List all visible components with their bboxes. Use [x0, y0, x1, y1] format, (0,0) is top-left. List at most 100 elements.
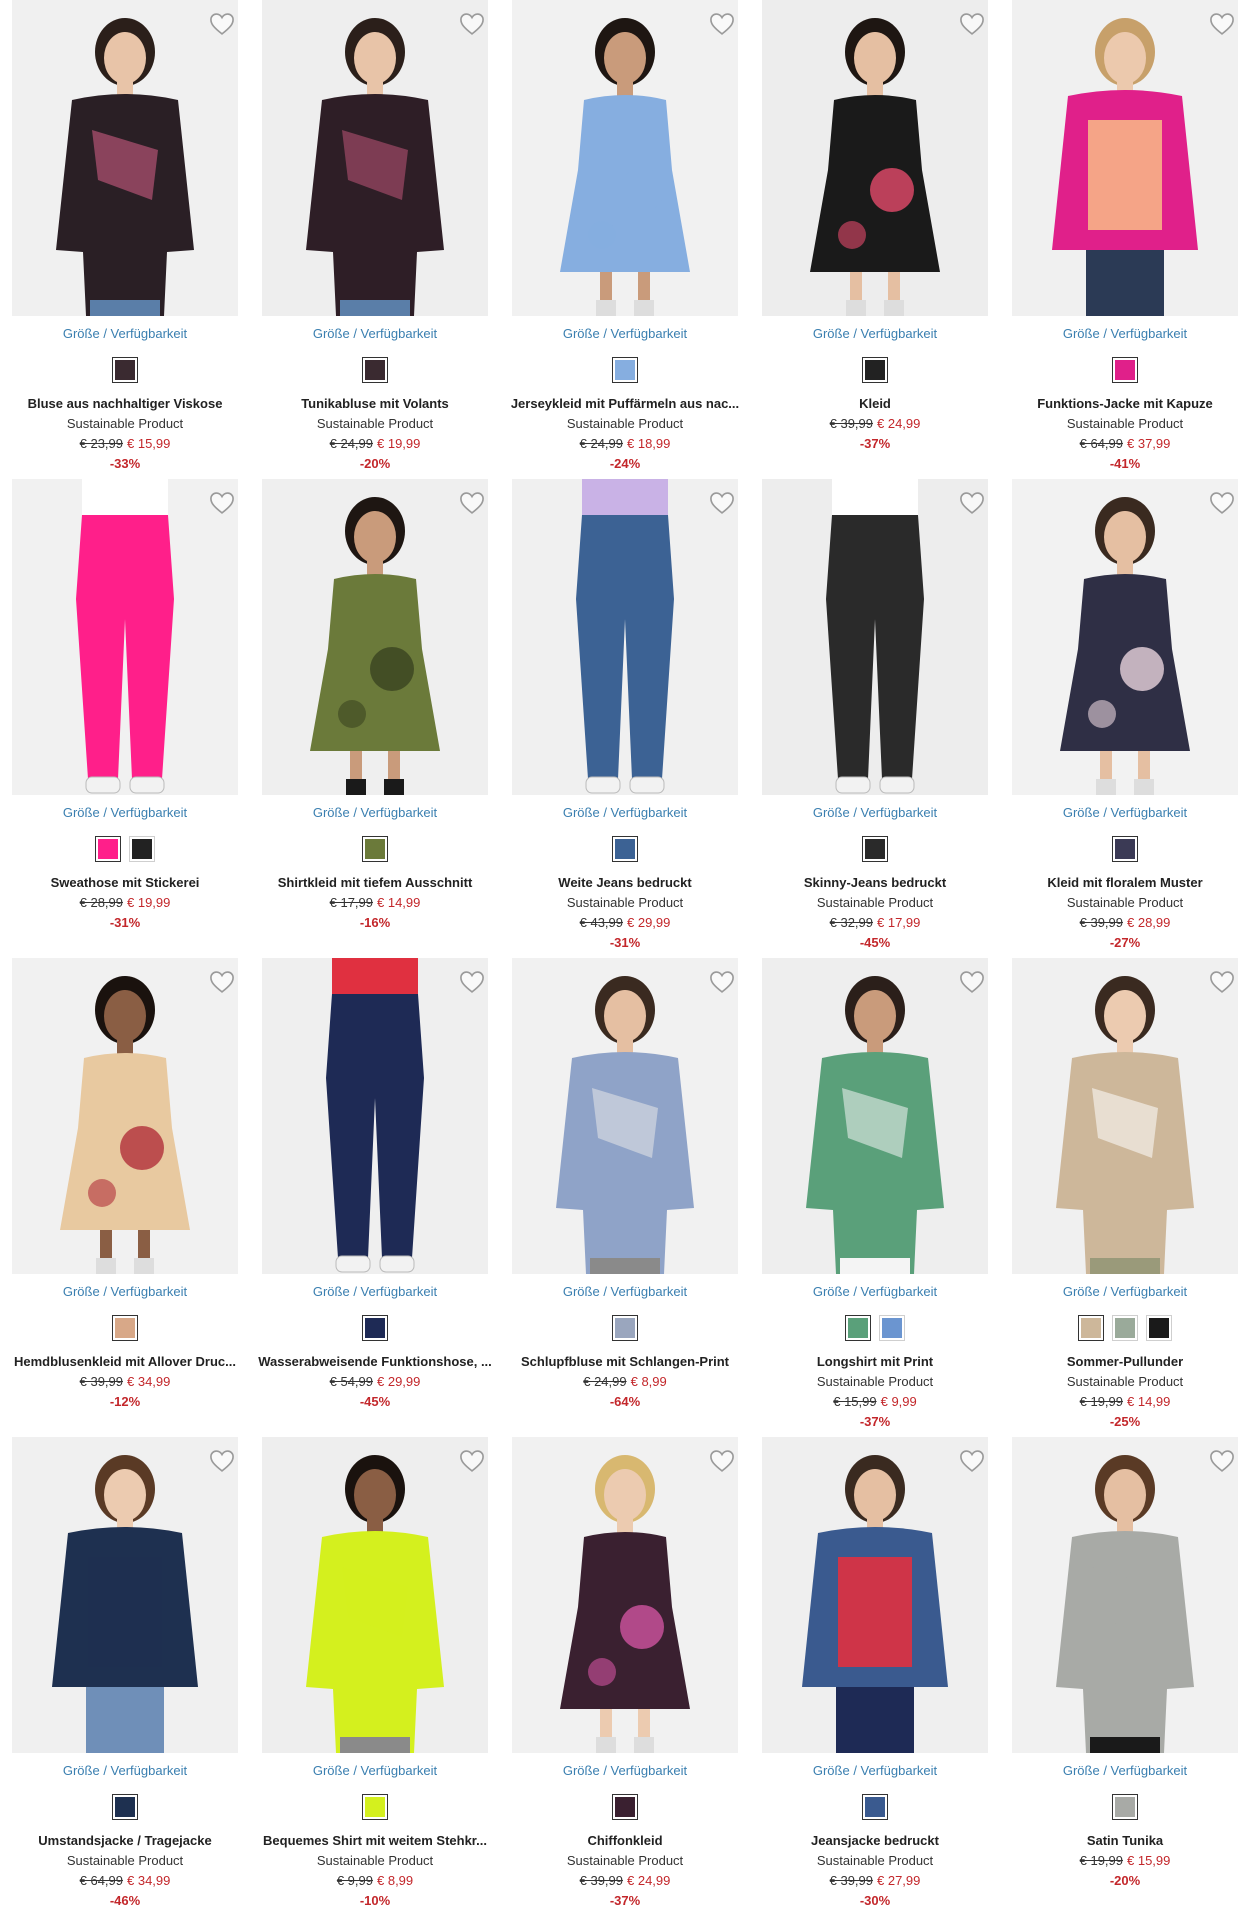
- product-card[interactable]: Größe / Verfügbarkeit Bequemes Shirt mit …: [250, 1437, 500, 1916]
- size-availability-link[interactable]: Größe / Verfügbarkeit: [1000, 805, 1250, 820]
- product-image[interactable]: [762, 479, 988, 795]
- product-title[interactable]: Weite Jeans bedruckt: [506, 875, 744, 890]
- size-availability-link[interactable]: Größe / Verfügbarkeit: [750, 1763, 1000, 1778]
- product-title[interactable]: Shirtkleid mit tiefem Ausschnitt: [256, 875, 494, 890]
- heart-icon[interactable]: [958, 10, 986, 38]
- size-availability-link[interactable]: Größe / Verfügbarkeit: [250, 1763, 500, 1778]
- color-swatch[interactable]: [362, 1794, 388, 1820]
- heart-icon[interactable]: [1208, 10, 1236, 38]
- product-card[interactable]: Größe / Verfügbarkeit Skinny-Jeans bedruc…: [750, 479, 1000, 958]
- color-swatch[interactable]: [1146, 1315, 1172, 1341]
- heart-icon[interactable]: [958, 968, 986, 996]
- product-title[interactable]: Hemdblusenkleid mit Allover Druc...: [6, 1354, 244, 1369]
- color-swatch[interactable]: [112, 1794, 138, 1820]
- color-swatch[interactable]: [862, 836, 888, 862]
- product-title[interactable]: Bluse aus nachhaltiger Viskose: [6, 396, 244, 411]
- product-card[interactable]: Größe / Verfügbarkeit Wasserabweisende Fu…: [250, 958, 500, 1437]
- product-image[interactable]: [1012, 0, 1238, 316]
- product-image[interactable]: [1012, 479, 1238, 795]
- color-swatch[interactable]: [612, 1794, 638, 1820]
- color-swatch[interactable]: [1112, 357, 1138, 383]
- color-swatch[interactable]: [845, 1315, 871, 1341]
- color-swatch[interactable]: [862, 1794, 888, 1820]
- heart-icon[interactable]: [458, 1447, 486, 1475]
- product-card[interactable]: Größe / Verfügbarkeit Funktions-Jacke mit…: [1000, 0, 1250, 479]
- product-title[interactable]: Kleid mit floralem Muster: [1006, 875, 1244, 890]
- size-availability-link[interactable]: Größe / Verfügbarkeit: [1000, 1763, 1250, 1778]
- size-availability-link[interactable]: Größe / Verfügbarkeit: [250, 1284, 500, 1299]
- product-title[interactable]: Chiffonkleid: [506, 1833, 744, 1848]
- color-swatch[interactable]: [362, 836, 388, 862]
- product-card[interactable]: Größe / Verfügbarkeit Sommer-Pullunder Sus…: [1000, 958, 1250, 1437]
- product-image[interactable]: [1012, 1437, 1238, 1753]
- product-image[interactable]: [262, 0, 488, 316]
- heart-icon[interactable]: [458, 489, 486, 517]
- heart-icon[interactable]: [458, 10, 486, 38]
- product-image[interactable]: [512, 479, 738, 795]
- color-swatch[interactable]: [612, 836, 638, 862]
- color-swatch[interactable]: [1078, 1315, 1104, 1341]
- color-swatch[interactable]: [612, 357, 638, 383]
- product-image[interactable]: [512, 1437, 738, 1753]
- color-swatch[interactable]: [112, 357, 138, 383]
- product-image[interactable]: [12, 0, 238, 316]
- heart-icon[interactable]: [708, 1447, 736, 1475]
- size-availability-link[interactable]: Größe / Verfügbarkeit: [1000, 326, 1250, 341]
- product-card[interactable]: Größe / Verfügbarkeit Jerseykleid mit Puf…: [500, 0, 750, 479]
- color-swatch[interactable]: [112, 1315, 138, 1341]
- color-swatch[interactable]: [129, 836, 155, 862]
- product-card[interactable]: Größe / Verfügbarkeit Bluse aus nachhalti…: [0, 0, 250, 479]
- heart-icon[interactable]: [708, 10, 736, 38]
- size-availability-link[interactable]: Größe / Verfügbarkeit: [500, 1763, 750, 1778]
- product-card[interactable]: Größe / Verfügbarkeit Schlupfbluse mit Sc…: [500, 958, 750, 1437]
- product-image[interactable]: [262, 1437, 488, 1753]
- product-image[interactable]: [12, 958, 238, 1274]
- product-image[interactable]: [12, 479, 238, 795]
- color-swatch[interactable]: [879, 1315, 905, 1341]
- size-availability-link[interactable]: Größe / Verfügbarkeit: [500, 1284, 750, 1299]
- size-availability-link[interactable]: Größe / Verfügbarkeit: [250, 326, 500, 341]
- product-image[interactable]: [512, 0, 738, 316]
- product-card[interactable]: Größe / Verfügbarkeit Umstandsjacke / Tra…: [0, 1437, 250, 1916]
- product-card[interactable]: Größe / Verfügbarkeit Kleid € 39,99 € 24,99…: [750, 0, 1000, 479]
- product-image[interactable]: [762, 0, 988, 316]
- product-card[interactable]: Größe / Verfügbarkeit Longshirt mit Print…: [750, 958, 1000, 1437]
- heart-icon[interactable]: [208, 10, 236, 38]
- size-availability-link[interactable]: Größe / Verfügbarkeit: [500, 805, 750, 820]
- heart-icon[interactable]: [1208, 1447, 1236, 1475]
- heart-icon[interactable]: [708, 968, 736, 996]
- product-image[interactable]: [762, 958, 988, 1274]
- size-availability-link[interactable]: Größe / Verfügbarkeit: [500, 326, 750, 341]
- color-swatch[interactable]: [1112, 1794, 1138, 1820]
- product-title[interactable]: Satin Tunika: [1006, 1833, 1244, 1848]
- heart-icon[interactable]: [958, 1447, 986, 1475]
- size-availability-link[interactable]: Größe / Verfügbarkeit: [250, 805, 500, 820]
- heart-icon[interactable]: [1208, 968, 1236, 996]
- product-image[interactable]: [762, 1437, 988, 1753]
- product-card[interactable]: Größe / Verfügbarkeit Tunikabluse mit Vol…: [250, 0, 500, 479]
- size-availability-link[interactable]: Größe / Verfügbarkeit: [0, 805, 250, 820]
- product-title[interactable]: Tunikabluse mit Volants: [256, 396, 494, 411]
- product-title[interactable]: Skinny-Jeans bedruckt: [756, 875, 994, 890]
- color-swatch[interactable]: [1112, 836, 1138, 862]
- product-image[interactable]: [12, 1437, 238, 1753]
- product-title[interactable]: Jerseykleid mit Puffärmeln aus nac...: [506, 396, 744, 411]
- size-availability-link[interactable]: Größe / Verfügbarkeit: [1000, 1284, 1250, 1299]
- color-swatch[interactable]: [362, 1315, 388, 1341]
- color-swatch[interactable]: [1112, 1315, 1138, 1341]
- product-card[interactable]: Größe / Verfügbarkeit Kleid mit floralem …: [1000, 479, 1250, 958]
- product-title[interactable]: Funktions-Jacke mit Kapuze: [1006, 396, 1244, 411]
- product-title[interactable]: Kleid: [756, 396, 994, 411]
- product-title[interactable]: Umstandsjacke / Tragejacke: [6, 1833, 244, 1848]
- product-image[interactable]: [262, 958, 488, 1274]
- heart-icon[interactable]: [958, 489, 986, 517]
- heart-icon[interactable]: [208, 489, 236, 517]
- product-image[interactable]: [512, 958, 738, 1274]
- product-title[interactable]: Wasserabweisende Funktionshose, ...: [256, 1354, 494, 1369]
- product-card[interactable]: Größe / Verfügbarkeit Shirtkleid mit tief…: [250, 479, 500, 958]
- product-title[interactable]: Sweathose mit Stickerei: [6, 875, 244, 890]
- size-availability-link[interactable]: Größe / Verfügbarkeit: [750, 1284, 1000, 1299]
- product-card[interactable]: Größe / Verfügbarkeit Hemdblusenkleid mit…: [0, 958, 250, 1437]
- product-title[interactable]: Longshirt mit Print: [756, 1354, 994, 1369]
- product-title[interactable]: Sommer-Pullunder: [1006, 1354, 1244, 1369]
